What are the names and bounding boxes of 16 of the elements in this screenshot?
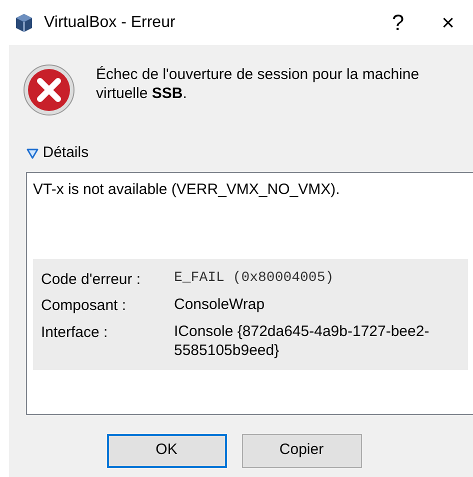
error-message: Échec de l'ouverture de session pour la machine virtuelle SSB. — [96, 65, 420, 104]
error-icon — [23, 64, 75, 116]
field-value: E_FAIL (0x80004005) — [174, 269, 334, 288]
field-label: Interface : — [41, 322, 109, 342]
details-toggle[interactable]: Détails — [26, 142, 89, 164]
copy-button[interactable]: Copier — [242, 434, 362, 468]
close-button[interactable]: × — [423, 12, 473, 34]
field-label: Code d'erreur : — [41, 270, 142, 290]
field-value: IConsole {872da645-4a9b-1727-bee2-5585105b9eed} — [174, 322, 430, 360]
details-text: VT-x is not available (VERR_VMX_NO_VMX). — [33, 180, 341, 200]
field-value: ConsoleWrap — [174, 295, 265, 316]
window-title: VirtualBox - Erreur — [44, 12, 176, 32]
help-button[interactable]: ? — [373, 12, 423, 34]
field-label: Composant : — [41, 296, 128, 316]
ok-button[interactable]: OK — [106, 434, 226, 468]
app-logo-icon — [14, 12, 34, 32]
